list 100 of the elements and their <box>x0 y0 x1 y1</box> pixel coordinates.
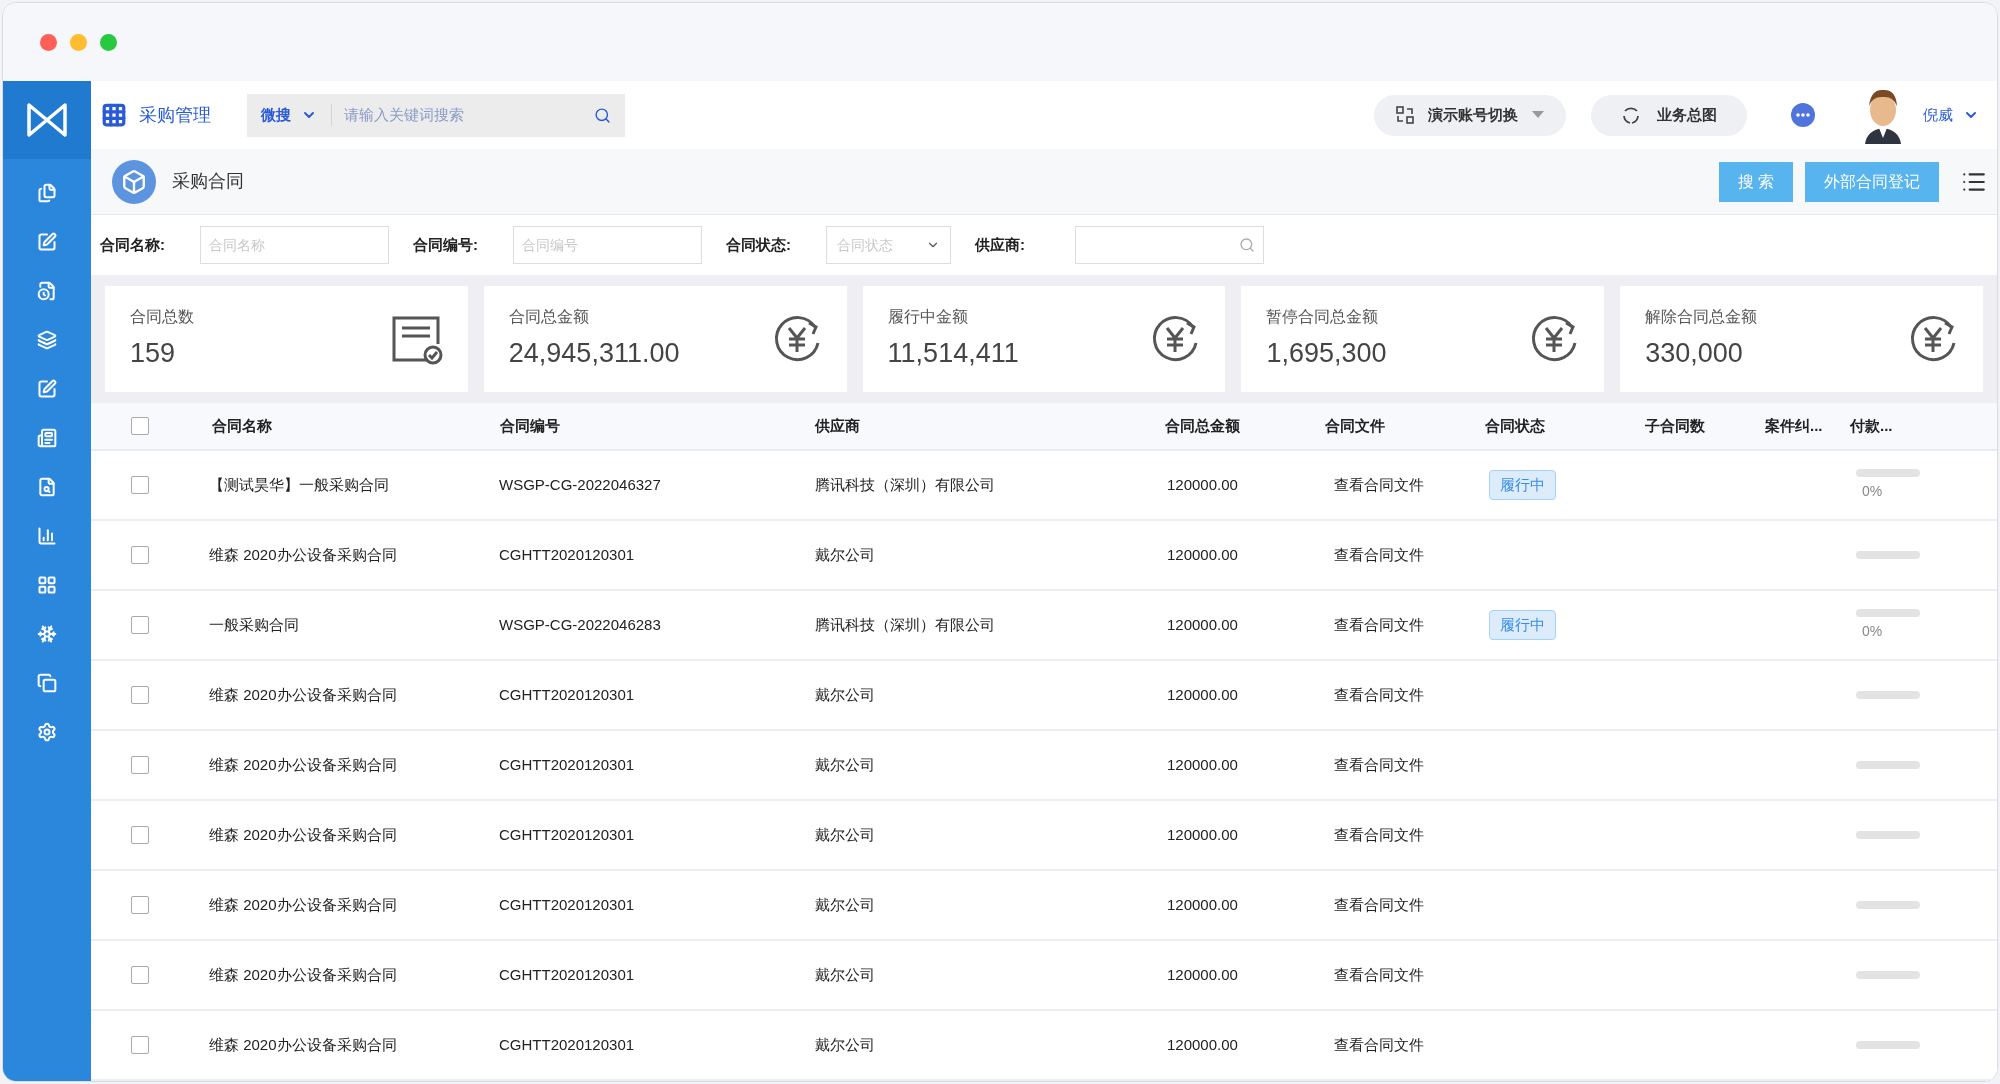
filter-label: 合同状态: <box>726 234 792 255</box>
table-cell-text: WSGP-CG-2022046283 <box>498 614 662 635</box>
table-cell-text: 戴尔公司 <box>814 964 876 985</box>
table-cell-text: CGHTT2020120301 <box>498 544 636 565</box>
table-cell-text: CGHTT2020120301 <box>498 824 636 845</box>
user-name[interactable]: 倪威 <box>1923 103 1953 127</box>
maximize-window-icon[interactable] <box>100 33 117 51</box>
table-cell-text: 腾讯科技（深圳）有限公司 <box>814 614 996 635</box>
status-tag: 履行中 <box>1489 609 1556 641</box>
table-cell-text: WSGP-CG-2022046327 <box>498 474 662 495</box>
table-cell-text: 120000.00 <box>1166 474 1239 495</box>
newspaper-icon <box>37 428 57 448</box>
view-file-link[interactable]: 查看合同文件 <box>1334 755 1424 773</box>
document-search-icon <box>37 477 57 497</box>
pen-square-icon <box>37 379 57 399</box>
row-checkbox[interactable] <box>131 686 149 704</box>
row-checkbox[interactable] <box>131 476 149 494</box>
column-header[interactable]: 供应商 <box>809 414 1159 438</box>
table-cell-text: CGHTT2020120301 <box>498 964 636 985</box>
more-icon[interactable] <box>1791 103 1815 127</box>
document-clock-icon <box>37 281 57 301</box>
column-header[interactable]: 合同文件 <box>1319 414 1479 438</box>
stat-label: 暂停合同总金额 <box>1266 306 1380 327</box>
column-header[interactable]: 案件纠... <box>1759 414 1844 438</box>
table-cell-text: 120000.00 <box>1166 754 1239 775</box>
table-cell-text: 戴尔公司 <box>814 544 876 565</box>
table-cell-text: 120000.00 <box>1166 614 1239 635</box>
payment-percent: 0% <box>1861 481 1883 501</box>
view-file-link[interactable]: 查看合同文件 <box>1334 895 1424 913</box>
bar-chart-icon <box>37 526 57 546</box>
view-file-link[interactable]: 查看合同文件 <box>1334 1035 1424 1053</box>
search-icon <box>1239 237 1255 253</box>
view-file-link[interactable]: 查看合同文件 <box>1334 685 1424 703</box>
column-header[interactable]: 子合同数 <box>1639 414 1759 438</box>
stat-value: 159 <box>130 336 177 370</box>
table-cell-text: 【测试昊华】一般采购合同 <box>208 474 390 495</box>
view-file-link[interactable]: 查看合同文件 <box>1334 545 1424 563</box>
table-cell-text: 戴尔公司 <box>814 824 876 845</box>
filter-label: 供应商: <box>975 234 1026 255</box>
column-header[interactable]: 付款... <box>1844 414 1997 438</box>
table-cell-text: CGHTT2020120301 <box>498 754 636 775</box>
search-input[interactable]: 请输入关键词搜索 <box>344 103 594 127</box>
files-icon <box>37 183 57 203</box>
search-icon[interactable] <box>594 106 611 124</box>
table-cell-text: CGHTT2020120301 <box>498 684 636 705</box>
column-header[interactable]: 合同状态 <box>1479 414 1639 438</box>
app-logo[interactable] <box>3 81 91 159</box>
overview-button[interactable]: 业务总图 <box>1591 94 1747 136</box>
table-cell-text: 戴尔公司 <box>814 754 876 775</box>
page-title: 采购合同 <box>172 170 244 193</box>
table-cell-text: 一般采购合同 <box>208 614 300 635</box>
caret-icon <box>1532 111 1544 119</box>
stat-value: 24,945,311.00 <box>508 336 680 370</box>
snowflake-icon <box>37 624 57 644</box>
filter-label: 合同编号: <box>413 234 479 255</box>
row-checkbox[interactable] <box>131 546 149 564</box>
table-cell-text: 120000.00 <box>1166 1034 1239 1055</box>
row-checkbox[interactable] <box>131 1036 149 1054</box>
row-checkbox[interactable] <box>131 896 149 914</box>
row-checkbox[interactable] <box>131 966 149 984</box>
account-switch-button[interactable]: 演示账号切换 <box>1374 94 1566 136</box>
apps-grid-icon[interactable] <box>101 102 127 128</box>
row-checkbox[interactable] <box>131 616 149 634</box>
status-tag: 履行中 <box>1489 469 1556 501</box>
stat-value: 1,695,300 <box>1266 336 1387 370</box>
view-file-link[interactable]: 查看合同文件 <box>1334 825 1424 843</box>
row-checkbox[interactable] <box>131 756 149 774</box>
supplier-search-field[interactable] <box>1075 226 1264 264</box>
cube-icon <box>112 159 156 204</box>
table-cell-text: 维森 2020办公设备采购合同 <box>208 824 398 845</box>
table-cell-text: CGHTT2020120301 <box>498 894 636 915</box>
row-checkbox[interactable] <box>131 826 149 844</box>
view-file-link[interactable]: 查看合同文件 <box>1334 965 1424 983</box>
logo-icon <box>26 102 68 138</box>
copy-icon <box>37 673 57 693</box>
table-cell-text: 戴尔公司 <box>814 894 876 915</box>
stat-label: 合同总金额 <box>508 306 590 327</box>
module-title[interactable]: 采购管理 <box>139 101 211 129</box>
table-cell-text: 120000.00 <box>1166 964 1239 985</box>
column-header[interactable]: 合同总金额 <box>1159 414 1319 438</box>
table-cell-text: 维森 2020办公设备采购合同 <box>208 894 398 915</box>
table-cell-text: 维森 2020办公设备采购合同 <box>208 754 398 775</box>
switch-icon <box>1396 106 1414 124</box>
search-scope-dropdown[interactable]: 微搜 <box>261 103 332 127</box>
stat-value: 330,000 <box>1645 336 1744 370</box>
search-bar[interactable]: 微搜 请输入关键词搜索 <box>247 93 625 137</box>
table-cell-text: 腾讯科技（深圳）有限公司 <box>814 474 996 495</box>
table-cell-text: 120000.00 <box>1166 824 1239 845</box>
column-header[interactable]: 合同名称 <box>189 414 494 438</box>
select-all-checkbox[interactable] <box>131 417 149 435</box>
table-cell-text: 维森 2020办公设备采购合同 <box>208 684 398 705</box>
table-cell-text: 120000.00 <box>1166 684 1239 705</box>
table-cell-text: 维森 2020办公设备采购合同 <box>208 1034 398 1055</box>
column-header[interactable]: 合同编号 <box>494 414 809 438</box>
close-window-icon[interactable] <box>40 33 57 51</box>
view-file-link[interactable]: 查看合同文件 <box>1334 475 1424 493</box>
layers-icon <box>37 330 57 350</box>
view-file-link[interactable]: 查看合同文件 <box>1334 615 1424 633</box>
cycle-icon <box>1621 105 1641 125</box>
stat-label: 合同总数 <box>130 306 194 327</box>
